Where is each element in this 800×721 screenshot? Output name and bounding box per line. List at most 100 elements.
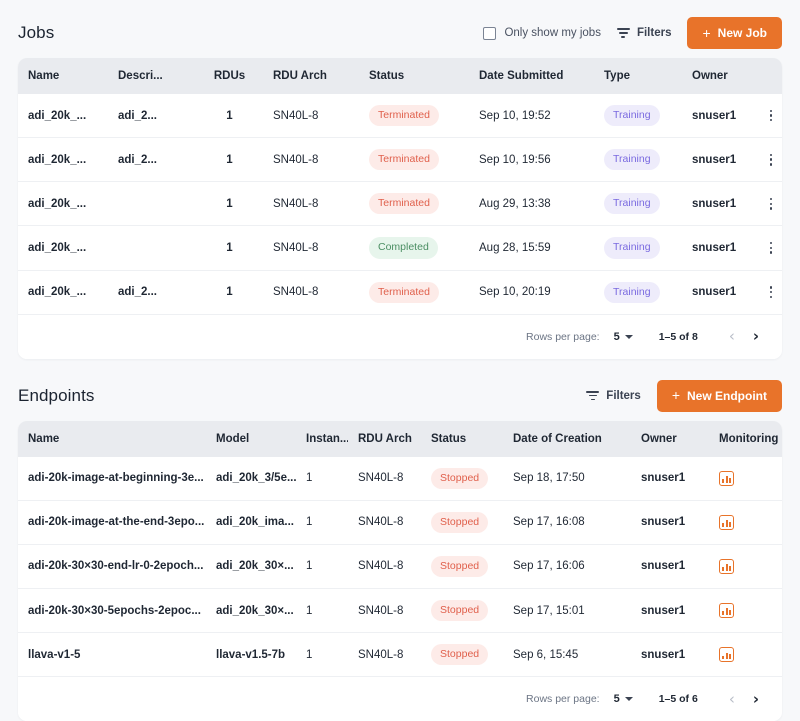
- endpoints-col-rdu-arch[interactable]: RDU Arch: [348, 421, 421, 457]
- type-badge: Training: [604, 105, 660, 126]
- cell-actions[interactable]: [754, 138, 782, 182]
- jobs-rows-per-page-label: Rows per page:: [526, 331, 600, 343]
- endpoints-rows-per-page-select[interactable]: 5: [614, 693, 633, 705]
- cell-owner: snuser1: [682, 138, 754, 182]
- row-actions-icon[interactable]: [764, 110, 778, 122]
- table-row[interactable]: adi_20k_...adi_2...1SN40L-8TerminatedSep…: [18, 94, 782, 138]
- cell-name[interactable]: llava-v1-5: [18, 633, 206, 677]
- cell-name[interactable]: adi_20k_...: [18, 182, 108, 226]
- cell-status: Stopped: [421, 457, 503, 501]
- table-row[interactable]: adi-20k-30×30-end-lr-0-2epoch...adi_20k_…: [18, 544, 782, 588]
- endpoints-next-page-button[interactable]: ›: [744, 692, 768, 707]
- cell-actions[interactable]: [754, 270, 782, 314]
- cell-rdu-arch: SN40L-8: [263, 182, 359, 226]
- cell-date-of-creation: Sep 17, 16:06: [503, 544, 631, 588]
- endpoints-pagination: Rows per page: 5 1–5 of 6 ‹ ›: [18, 677, 782, 721]
- jobs-rows-per-page-select[interactable]: 5: [614, 331, 633, 343]
- cell-owner: snuser1: [631, 457, 709, 501]
- table-row[interactable]: adi_20k_...1SN40L-8CompletedAug 28, 15:5…: [18, 226, 782, 270]
- endpoints-col-name[interactable]: Name: [18, 421, 206, 457]
- jobs-next-page-button[interactable]: ›: [744, 329, 768, 344]
- jobs-page-title: Jobs: [18, 23, 54, 43]
- cell-monitoring[interactable]: [709, 633, 782, 677]
- new-job-button[interactable]: + New Job: [687, 17, 782, 49]
- monitoring-icon[interactable]: [719, 647, 734, 662]
- jobs-col-rdus[interactable]: RDUs: [196, 58, 263, 94]
- cell-instances: 1: [296, 633, 348, 677]
- table-row[interactable]: adi_20k_...adi_2...1SN40L-8TerminatedSep…: [18, 138, 782, 182]
- monitoring-icon[interactable]: [719, 471, 734, 486]
- jobs-col-date-submitted[interactable]: Date Submitted: [469, 58, 594, 94]
- cell-owner: snuser1: [682, 226, 754, 270]
- only-show-my-jobs-label: Only show my jobs: [504, 27, 601, 39]
- table-row[interactable]: adi_20k_...1SN40L-8TerminatedAug 29, 13:…: [18, 182, 782, 226]
- cell-monitoring[interactable]: [709, 589, 782, 633]
- table-row[interactable]: adi-20k-30×30-5epochs-2epoc...adi_20k_30…: [18, 589, 782, 633]
- endpoints-col-date-of-creation[interactable]: Date of Creation: [503, 421, 631, 457]
- only-show-my-jobs-toggle[interactable]: Only show my jobs: [483, 27, 601, 40]
- filter-icon: [586, 391, 599, 400]
- cell-actions[interactable]: [754, 226, 782, 270]
- row-actions-icon[interactable]: [764, 198, 778, 210]
- jobs-filters-button[interactable]: Filters: [615, 23, 674, 43]
- jobs-table-head: Name Descri... RDUs RDU Arch Status Date…: [18, 58, 782, 94]
- cell-monitoring[interactable]: [709, 457, 782, 501]
- table-row[interactable]: adi_20k_...adi_2...1SN40L-8TerminatedSep…: [18, 270, 782, 314]
- cell-name[interactable]: adi-20k-30×30-end-lr-0-2epoch...: [18, 544, 206, 588]
- type-badge: Training: [604, 237, 660, 258]
- monitoring-icon[interactable]: [719, 559, 734, 574]
- jobs-col-owner[interactable]: Owner: [682, 58, 754, 94]
- monitoring-icon[interactable]: [719, 603, 734, 618]
- table-row[interactable]: llava-v1-5llava-v1.5-7b1SN40L-8StoppedSe…: [18, 633, 782, 677]
- endpoints-col-monitoring[interactable]: Monitoring: [709, 421, 782, 457]
- endpoints-col-instances[interactable]: Instan...: [296, 421, 348, 457]
- endpoints-col-owner[interactable]: Owner: [631, 421, 709, 457]
- jobs-col-rdu-arch[interactable]: RDU Arch: [263, 58, 359, 94]
- cell-instances: 1: [296, 544, 348, 588]
- new-endpoint-button[interactable]: + New Endpoint: [657, 380, 782, 412]
- row-actions-icon[interactable]: [764, 242, 778, 254]
- cell-name[interactable]: adi-20k-30×30-5epochs-2epoc...: [18, 589, 206, 633]
- endpoints-toolbar: Filters + New Endpoint: [584, 380, 782, 412]
- cell-name[interactable]: adi-20k-image-at-the-end-3epo...: [18, 500, 206, 544]
- cell-name[interactable]: adi-20k-image-at-beginning-3e...: [18, 457, 206, 501]
- jobs-col-status[interactable]: Status: [359, 58, 469, 94]
- cell-date-submitted: Sep 10, 20:19: [469, 270, 594, 314]
- jobs-col-type[interactable]: Type: [594, 58, 682, 94]
- monitoring-icon[interactable]: [719, 515, 734, 530]
- table-row[interactable]: adi-20k-image-at-beginning-3e...adi_20k_…: [18, 457, 782, 501]
- row-actions-icon[interactable]: [764, 286, 778, 298]
- endpoints-col-status[interactable]: Status: [421, 421, 503, 457]
- cell-rdus: 1: [196, 270, 263, 314]
- cell-monitoring[interactable]: [709, 544, 782, 588]
- endpoints-prev-page-button[interactable]: ‹: [720, 692, 744, 707]
- cell-owner: snuser1: [682, 94, 754, 138]
- cell-actions[interactable]: [754, 182, 782, 226]
- cell-name[interactable]: adi_20k_...: [18, 138, 108, 182]
- status-badge: Stopped: [431, 644, 488, 665]
- cell-owner: snuser1: [682, 270, 754, 314]
- cell-monitoring[interactable]: [709, 500, 782, 544]
- checkbox-icon[interactable]: [483, 27, 496, 40]
- endpoints-table: Name Model Instan... RDU Arch Status Dat…: [18, 421, 782, 678]
- jobs-col-name[interactable]: Name: [18, 58, 108, 94]
- cell-rdu-arch: SN40L-8: [348, 544, 421, 588]
- endpoints-col-model[interactable]: Model: [206, 421, 296, 457]
- jobs-pagination: Rows per page: 5 1–5 of 8 ‹ ›: [18, 315, 782, 359]
- cell-name[interactable]: adi_20k_...: [18, 270, 108, 314]
- cell-actions[interactable]: [754, 94, 782, 138]
- plus-icon: +: [672, 388, 680, 402]
- cell-owner: snuser1: [631, 544, 709, 588]
- cell-status: Completed: [359, 226, 469, 270]
- table-row[interactable]: adi-20k-image-at-the-end-3epo...adi_20k_…: [18, 500, 782, 544]
- cell-name[interactable]: adi_20k_...: [18, 94, 108, 138]
- status-badge: Terminated: [369, 149, 439, 170]
- cell-name[interactable]: adi_20k_...: [18, 226, 108, 270]
- jobs-section-header: Jobs Only show my jobs Filters + New Job: [18, 14, 782, 52]
- cell-rdu-arch: SN40L-8: [348, 457, 421, 501]
- jobs-col-description[interactable]: Descri...: [108, 58, 196, 94]
- row-actions-icon[interactable]: [764, 154, 778, 166]
- cell-status: Stopped: [421, 633, 503, 677]
- jobs-prev-page-button[interactable]: ‹: [720, 329, 744, 344]
- endpoints-filters-button[interactable]: Filters: [584, 386, 643, 406]
